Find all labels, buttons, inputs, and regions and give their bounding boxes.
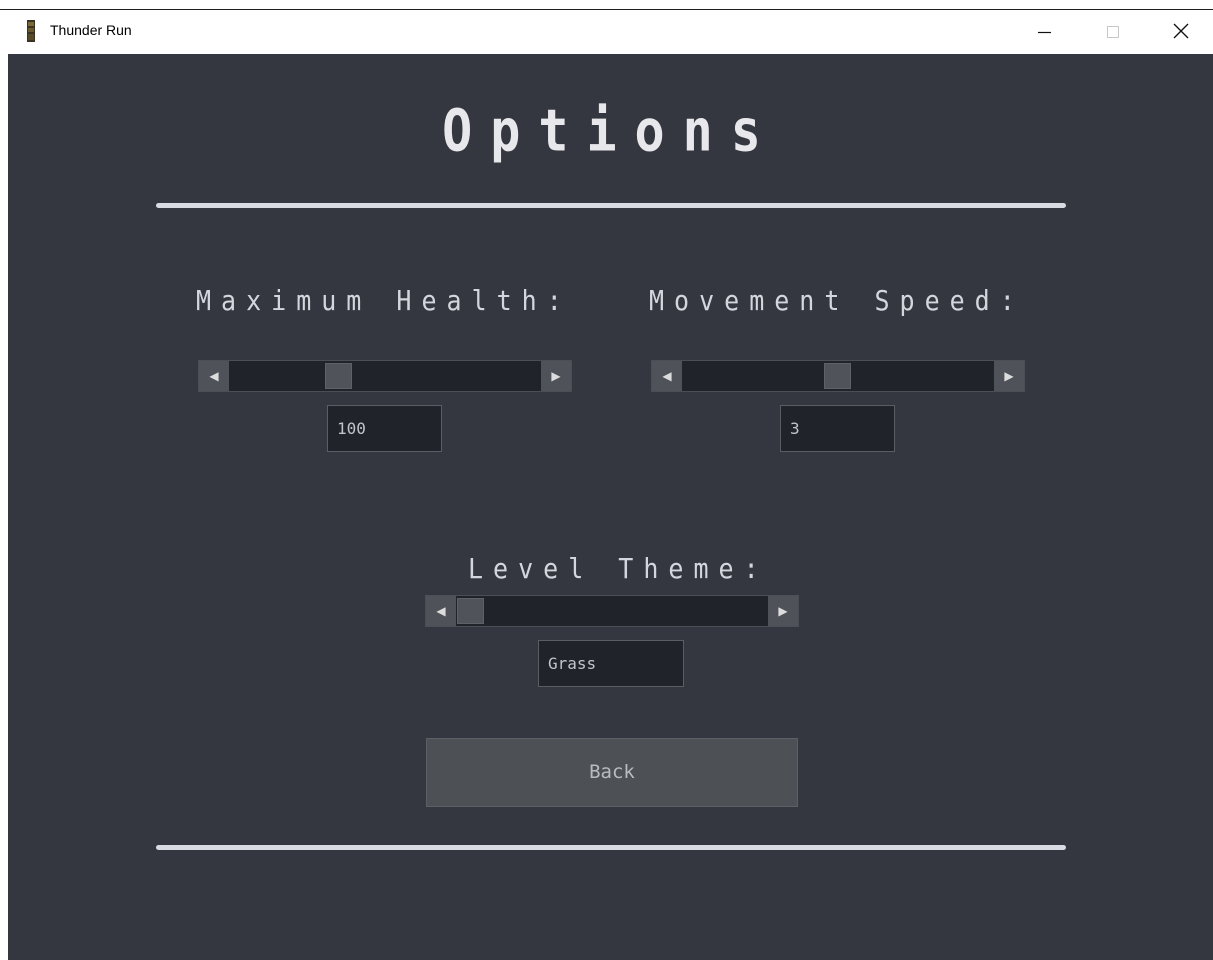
level-theme-slider-thumb[interactable] (457, 598, 484, 624)
page-title: Options (442, 97, 779, 165)
bottom-divider (156, 845, 1066, 850)
level-theme-slider[interactable]: ◀ ▶ (425, 595, 799, 627)
movement-speed-slider[interactable]: ◀ ▶ (651, 360, 1025, 392)
minimize-button[interactable] (1022, 10, 1068, 54)
game-window: Thunder Run Options Maximum Health: ◀ ▶ (0, 0, 1213, 960)
movement-speed-value-field[interactable]: 3 (780, 405, 895, 452)
minimize-icon (1038, 31, 1051, 34)
movement-speed-decrease-button[interactable]: ◀ (652, 361, 682, 391)
close-icon (1173, 23, 1189, 39)
level-theme-value-field[interactable]: Grass (538, 640, 684, 687)
movement-speed-label: Movement Speed: (649, 284, 1025, 317)
movement-speed-increase-button[interactable]: ▶ (994, 361, 1024, 391)
max-health-value-field[interactable]: 100 (327, 405, 442, 452)
max-health-slider[interactable]: ◀ ▶ (198, 360, 572, 392)
maximize-icon (1107, 26, 1119, 38)
max-health-increase-button[interactable]: ▶ (541, 361, 571, 391)
close-button[interactable] (1158, 10, 1204, 54)
max-health-decrease-button[interactable]: ◀ (199, 361, 229, 391)
max-health-label: Maximum Health: (196, 284, 572, 317)
movement-speed-slider-thumb[interactable] (824, 363, 851, 389)
title-bar[interactable]: Thunder Run (0, 10, 1213, 54)
top-divider (156, 203, 1066, 208)
options-screen: Options Maximum Health: ◀ ▶ 100 Movement… (8, 54, 1213, 960)
back-button[interactable]: Back (426, 738, 798, 807)
level-theme-decrease-button[interactable]: ◀ (426, 596, 456, 626)
level-theme-increase-button[interactable]: ▶ (768, 596, 798, 626)
maximize-button[interactable] (1090, 10, 1136, 54)
max-health-slider-thumb[interactable] (325, 363, 352, 389)
window-title: Thunder Run (50, 22, 132, 38)
tower-icon (27, 20, 35, 42)
level-theme-label: Level Theme: (468, 552, 769, 585)
